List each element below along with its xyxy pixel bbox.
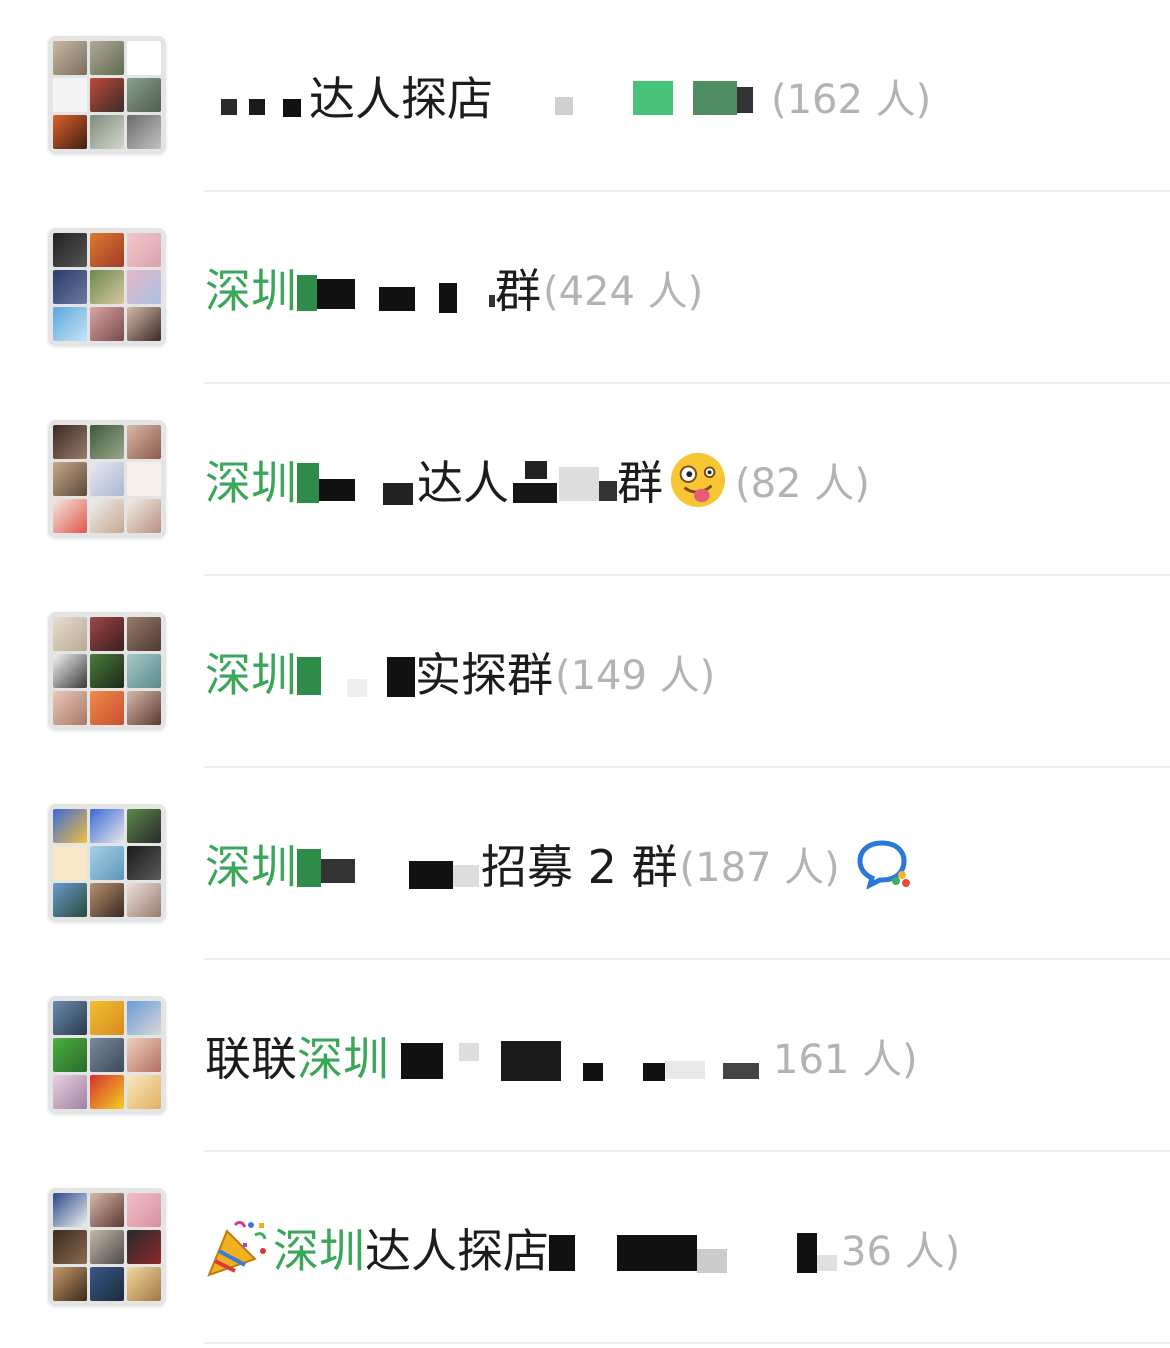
group-row[interactable]: 联联 深圳 161 人) — [0, 960, 1170, 1152]
redacted-block — [493, 73, 769, 119]
group-avatar-icon — [48, 996, 166, 1114]
group-name-highlight: 深圳 — [205, 648, 297, 702]
group-title: 深圳 招募 2 群 (187 人) — [205, 832, 1150, 896]
group-title: 联联 深圳 161 人) — [205, 1024, 1150, 1088]
member-count: (162 人) — [771, 77, 932, 123]
member-count: (424 人) — [543, 269, 704, 315]
group-row[interactable]: 深圳 招募 2 群 (187 人) — [0, 768, 1170, 960]
redacted-block — [389, 1033, 771, 1081]
member-count: (149 人) — [555, 653, 716, 699]
member-count: (187 人) — [679, 845, 840, 891]
member-count: (82 人) — [735, 461, 870, 507]
group-avatar-icon — [48, 36, 166, 154]
group-row[interactable]: 深圳 达人 群 (82 人) — [0, 384, 1170, 576]
group-name: 群 — [495, 264, 541, 318]
group-name: 达人 — [417, 456, 509, 510]
chat-bubble-icon — [857, 840, 910, 889]
member-count: 161 人) — [773, 1037, 918, 1083]
group-row[interactable]: 深圳 达人探店 36 人) — [0, 1152, 1170, 1344]
redacted-block — [297, 265, 495, 313]
group-name: 达人探店 — [309, 72, 493, 126]
group-title: 达人探店 (162 人) — [205, 64, 1150, 128]
group-name-prefix: 联联 — [205, 1032, 297, 1086]
group-title: 深圳 实探群 (149 人) — [205, 640, 1150, 704]
redacted-block — [509, 457, 617, 503]
redacted-block — [297, 841, 481, 889]
group-name-highlight: 深圳 — [205, 840, 297, 894]
row-divider — [204, 1342, 1170, 1344]
member-count: 36 人) — [841, 1229, 961, 1275]
group-avatar-icon — [48, 804, 166, 922]
redacted-block — [205, 73, 309, 119]
redacted-block — [549, 1225, 839, 1273]
group-name: 招募 2 群 — [481, 840, 678, 894]
group-chat-list: 达人探店 (162 人) 深圳 群 (424 人) 深圳 达人 群 (82 人)… — [0, 0, 1170, 1348]
group-avatar-icon — [48, 420, 166, 538]
group-name-highlight: 深圳 — [273, 1224, 365, 1278]
redacted-block — [297, 457, 417, 505]
group-avatar-icon — [48, 1188, 166, 1306]
group-row[interactable]: 达人探店 (162 人) — [0, 0, 1170, 192]
group-name-highlight: 深圳 — [205, 456, 297, 510]
group-name-tail: 群 — [617, 456, 663, 510]
group-title: 深圳 达人 群 (82 人) — [205, 448, 1150, 512]
group-row[interactable]: 深圳 群 (424 人) — [0, 192, 1170, 384]
group-avatar-icon — [48, 228, 166, 346]
party-popper-icon — [207, 1220, 267, 1277]
group-name-highlight: 深圳 — [297, 1032, 389, 1086]
redacted-block — [297, 649, 415, 697]
group-name: 实探群 — [415, 648, 553, 702]
group-row[interactable]: 深圳 实探群 (149 人) — [0, 576, 1170, 768]
group-title: 深圳 达人探店 36 人) — [205, 1216, 1150, 1280]
grinning-squinting-face-icon — [670, 452, 726, 508]
group-name: 达人探店 — [365, 1224, 549, 1278]
group-avatar-icon — [48, 612, 166, 730]
group-name-highlight: 深圳 — [205, 264, 297, 318]
group-title: 深圳 群 (424 人) — [205, 256, 1150, 320]
